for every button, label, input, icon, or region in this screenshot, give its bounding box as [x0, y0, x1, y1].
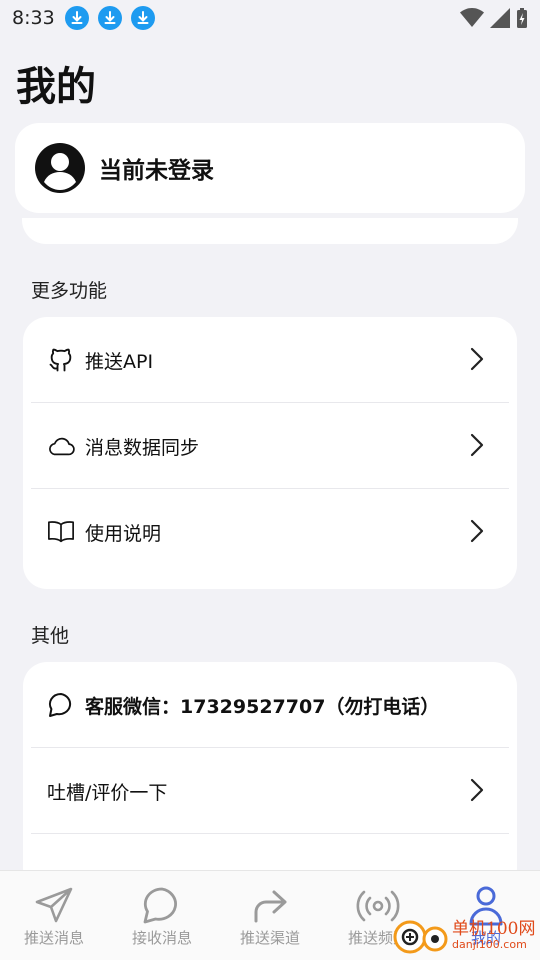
- download-icon: [64, 6, 89, 30]
- forward-arrow-icon: [250, 885, 290, 927]
- cloud-icon: [47, 432, 75, 460]
- send-icon: [33, 885, 75, 927]
- signal-icon: [490, 8, 510, 28]
- download-icon: [97, 6, 122, 30]
- menu-item-label: 使用说明: [85, 522, 162, 545]
- github-icon: [47, 346, 75, 374]
- tab-label: 推送消息: [23, 929, 84, 947]
- chevron-right-icon: [470, 778, 484, 802]
- tab-receive-message[interactable]: 接收消息: [108, 871, 216, 960]
- section-label-others: 其他: [31, 625, 70, 647]
- login-status: 当前未登录: [99, 158, 214, 184]
- chevron-right-icon: [470, 347, 484, 371]
- chat-bubble-icon: [142, 885, 182, 927]
- more-features-card: 推送API 消息数据同步 使用说明: [23, 317, 517, 589]
- watermark-logo-icon: [393, 920, 448, 954]
- login-card[interactable]: 当前未登录: [15, 123, 525, 213]
- tab-label: 推送渠道: [239, 929, 300, 947]
- menu-item-user-guide[interactable]: 使用说明: [23, 489, 517, 575]
- watermark-brand: 单机100网: [452, 918, 536, 939]
- watermark-domain: danji100.com: [452, 937, 527, 951]
- chevron-right-icon: [470, 433, 484, 457]
- menu-item-label: 吐槽/评价一下: [47, 781, 168, 804]
- menu-item-label: 消息数据同步: [85, 436, 200, 459]
- tab-label: 接收消息: [131, 929, 192, 947]
- chevron-right-icon: [470, 519, 484, 543]
- card-edge: [22, 218, 518, 244]
- battery-charging-icon: [517, 8, 527, 28]
- menu-item-label: 客服微信：17329527707（勿打电话）: [85, 695, 440, 718]
- chat-bubble-icon: [47, 691, 75, 719]
- avatar-icon: [35, 143, 85, 193]
- tab-push-message[interactable]: 推送消息: [0, 871, 108, 960]
- menu-item-push-api[interactable]: 推送API: [23, 317, 517, 403]
- status-bar: 8:33: [0, 0, 540, 36]
- page-title: 我的: [16, 64, 96, 110]
- watermark: 单机100网 danji100.com: [390, 915, 535, 955]
- section-label-more-features: 更多功能: [31, 280, 108, 302]
- book-icon: [47, 518, 75, 546]
- download-icon: [130, 6, 155, 30]
- others-card: 客服微信：17329527707（勿打电话） 吐槽/评价一下: [23, 662, 517, 892]
- menu-item-feedback[interactable]: 吐槽/评价一下: [23, 748, 517, 834]
- menu-item-data-sync[interactable]: 消息数据同步: [23, 403, 517, 489]
- menu-item-customer-service[interactable]: 客服微信：17329527707（勿打电话）: [23, 662, 517, 748]
- menu-item-label: 推送API: [85, 350, 154, 373]
- status-time: 8:33: [12, 7, 55, 29]
- wifi-icon: [460, 8, 484, 27]
- divider: [31, 833, 509, 834]
- tab-push-channel[interactable]: 推送渠道: [216, 871, 324, 960]
